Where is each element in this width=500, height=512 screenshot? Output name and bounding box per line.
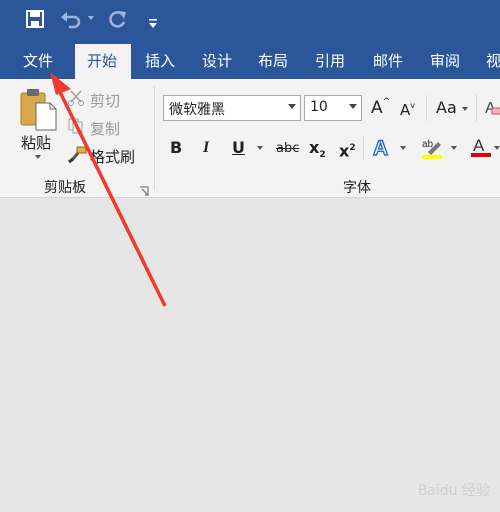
watermark: Baidu 经验 xyxy=(417,483,490,499)
annotation-arrow xyxy=(50,72,167,307)
